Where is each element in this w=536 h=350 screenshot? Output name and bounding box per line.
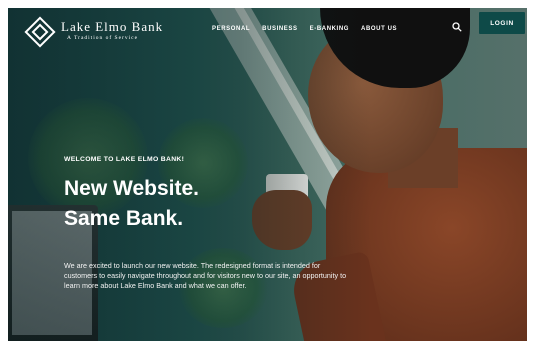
- hero-headline-line-2: Same Bank.: [64, 207, 184, 230]
- hero-body-text: We are excited to launch our new website…: [64, 261, 347, 290]
- brand-name: Lake Elmo Bank: [61, 19, 164, 34]
- hero-eyebrow: WELCOME TO LAKE ELMO BANK!: [64, 156, 185, 163]
- nav-item-e-banking[interactable]: E-BANKING: [310, 26, 349, 32]
- nav-item-about-us[interactable]: ABOUT US: [361, 26, 397, 32]
- hero-headline-line-1: New Website.: [64, 177, 199, 200]
- login-button[interactable]: LOGIN: [479, 12, 525, 34]
- diamond-logo-icon: [24, 16, 56, 48]
- hero-headline: New Website. Same Bank.: [64, 174, 199, 234]
- brand-logo[interactable]: Lake Elmo Bank A Tradition of Service: [24, 16, 164, 48]
- main-nav: PERSONAL BUSINESS E-BANKING ABOUT US: [212, 26, 397, 32]
- nav-item-personal[interactable]: PERSONAL: [212, 26, 250, 32]
- hero-section: Lake Elmo Bank A Tradition of Service PE…: [8, 8, 527, 341]
- brand-tagline: A Tradition of Service: [67, 35, 139, 41]
- search-icon[interactable]: [452, 22, 464, 34]
- nav-item-business[interactable]: BUSINESS: [262, 26, 297, 32]
